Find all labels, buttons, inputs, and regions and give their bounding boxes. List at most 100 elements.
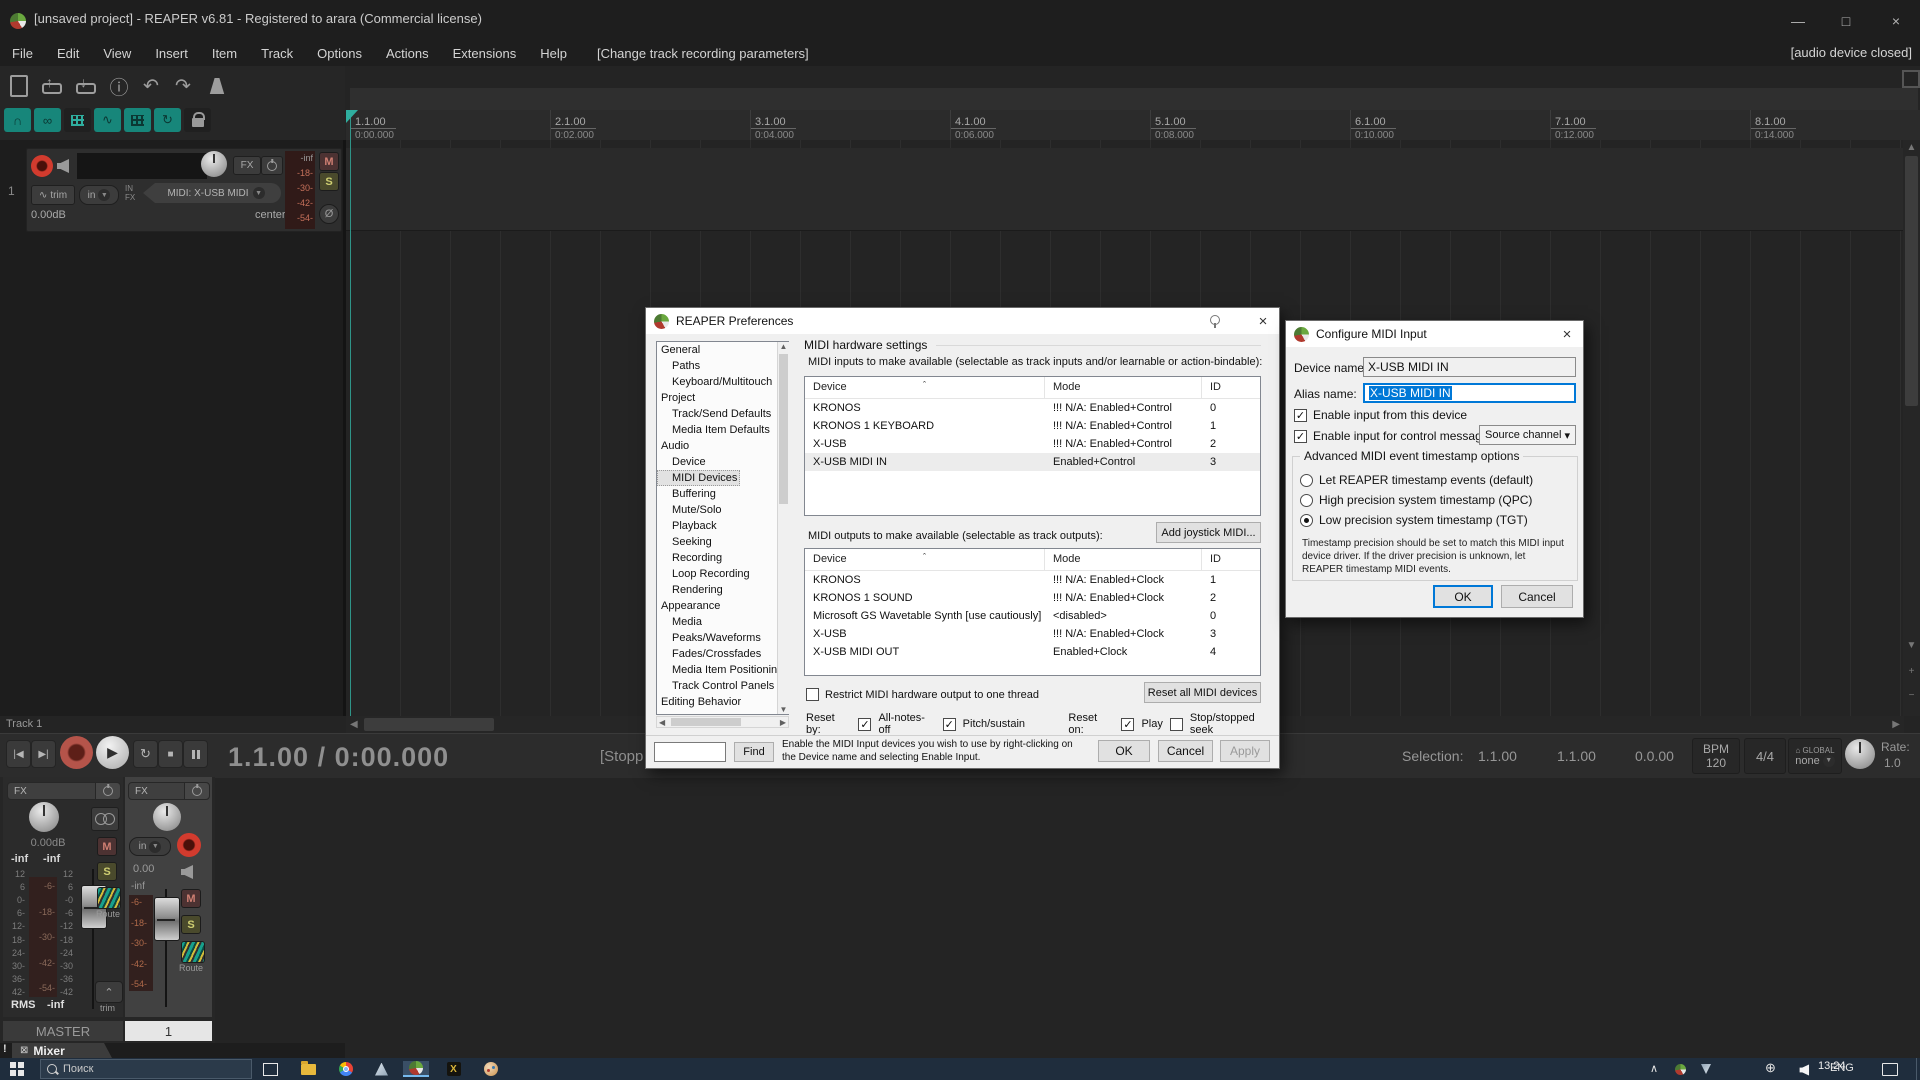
tree-item-mute-solo[interactable]: Mute/Solo xyxy=(657,502,788,518)
open-project-icon[interactable]: ↑ xyxy=(36,72,66,100)
tree-item-midi-devices[interactable]: MIDI Devices xyxy=(657,470,740,486)
tray-reaper-icon[interactable] xyxy=(1672,1061,1689,1077)
tree-item-rendering[interactable]: Rendering xyxy=(657,582,788,598)
go-to-start-button[interactable]: |◀ xyxy=(6,740,31,768)
master-mono-button[interactable] xyxy=(91,807,119,831)
track1-speaker-icon[interactable] xyxy=(181,865,197,879)
preferences-close-icon[interactable]: × xyxy=(1249,310,1277,332)
scroll-left-icon[interactable]: ◀ xyxy=(350,719,358,730)
repeat-button[interactable]: ↻ xyxy=(133,740,158,768)
configure-ok-button[interactable]: OK xyxy=(1433,585,1493,608)
play-button[interactable]: ▶ xyxy=(96,736,129,769)
track1-record-arm-button[interactable] xyxy=(177,833,201,857)
xpadder-icon[interactable]: X xyxy=(445,1061,462,1077)
table-row[interactable]: KRONOS 1 KEYBOARD!!! N/A: Enabled+Contro… xyxy=(805,417,1260,435)
preferences-cancel-button[interactable]: Cancel xyxy=(1158,740,1213,762)
alias-name-input[interactable]: X-USB MIDI IN xyxy=(1363,383,1576,403)
undo-icon[interactable]: ↶ xyxy=(136,72,166,100)
preferences-tree[interactable]: GeneralPathsKeyboard/MultitouchProjectTr… xyxy=(656,341,789,715)
loop-toggle-icon[interactable]: ↻ xyxy=(154,108,181,132)
vertical-scroll-thumb[interactable] xyxy=(1905,156,1918,406)
input-fx-label[interactable]: INFX xyxy=(125,184,135,202)
mute-button[interactable]: M xyxy=(319,152,339,171)
timeline-ruler[interactable]: 1.1.000:00.0002.1.000:02.0003.1.000:04.0… xyxy=(346,110,1920,141)
track1-mute-button[interactable]: M xyxy=(181,889,201,908)
track1-solo-button[interactable]: S xyxy=(181,915,201,934)
save-project-icon[interactable]: ↓ xyxy=(70,72,100,100)
maximize-button[interactable]: □ xyxy=(1826,9,1866,33)
reset-all-midi-button[interactable]: Reset all MIDI devices xyxy=(1144,682,1261,703)
track1-name-label[interactable]: 1 xyxy=(125,1021,212,1041)
master-fx-button[interactable]: FX xyxy=(7,782,121,800)
selection-length[interactable]: 0.0.00 xyxy=(1635,748,1674,764)
vertical-scrollbar[interactable]: ▲ ▼ + − xyxy=(1903,140,1920,716)
menu-file[interactable]: File xyxy=(0,46,45,61)
reset-checkbox[interactable]: ✓ xyxy=(1121,718,1134,731)
action-center-icon[interactable] xyxy=(1882,1063,1898,1076)
menu-options[interactable]: Options xyxy=(305,46,374,61)
midi-outputs-table[interactable]: DeviceModeIDˆKRONOS!!! N/A: Enabled+Cloc… xyxy=(804,548,1261,676)
menu-track[interactable]: Track xyxy=(249,46,305,61)
timestamp-radio-row[interactable]: High precision system timestamp (QPC) xyxy=(1300,493,1532,507)
tree-item-paths[interactable]: Paths xyxy=(657,358,788,374)
global-automation-control[interactable]: ⌂ GLOBAL none▼ xyxy=(1788,738,1842,774)
reset-checkbox[interactable]: ✓ xyxy=(858,718,871,731)
scroll-down-icon[interactable]: ▼ xyxy=(1903,640,1920,651)
redo-icon[interactable]: ↷ xyxy=(168,72,198,100)
track-pan-readout[interactable]: center xyxy=(255,209,286,221)
file-explorer-icon[interactable] xyxy=(300,1061,317,1077)
go-to-end-button[interactable]: ▶| xyxy=(31,740,56,768)
tree-item-seeking[interactable]: Seeking xyxy=(657,534,788,550)
track1-pan-knob[interactable] xyxy=(153,803,181,831)
radio-button[interactable] xyxy=(1300,474,1313,487)
track1-route-button[interactable] xyxy=(181,941,205,963)
column-id[interactable]: ID xyxy=(1202,549,1260,570)
find-input[interactable] xyxy=(654,742,726,762)
tree-item-media-item-positioning[interactable]: Media Item Positioning xyxy=(657,662,788,678)
mixer-tab[interactable]: ⊠ Mixer xyxy=(12,1043,112,1058)
tree-item-project[interactable]: Project xyxy=(657,390,788,406)
table-row[interactable]: KRONOS 1 SOUND!!! N/A: Enabled+Clock2 xyxy=(805,589,1260,607)
table-row[interactable]: X-USB MIDI INEnabled+Control3 xyxy=(805,453,1260,471)
tree-horizontal-scrollbar[interactable]: ◀▶ xyxy=(656,716,789,728)
master-mute-button[interactable]: M xyxy=(97,837,117,856)
selection-start[interactable]: 1.1.00 xyxy=(1478,748,1517,764)
menu-item[interactable]: Item xyxy=(200,46,249,61)
enable-input-checkbox[interactable]: ✓ xyxy=(1294,409,1307,422)
preferences-title-bar[interactable]: REAPER Preferences xyxy=(646,308,1279,334)
timestamp-radio-row[interactable]: Low precision system timestamp (TGT) xyxy=(1300,513,1528,527)
configure-close-icon[interactable]: × xyxy=(1553,323,1581,345)
item-grouping-icon[interactable]: ∞ xyxy=(34,108,61,132)
radio-button[interactable] xyxy=(1300,514,1313,527)
master-trim-button[interactable]: ⌃ xyxy=(95,981,123,1003)
midi-inputs-table[interactable]: DeviceModeIDˆKRONOS!!! N/A: Enabled+Cont… xyxy=(804,376,1261,516)
toolbar-dock-icon[interactable] xyxy=(1902,70,1920,88)
mixer-tab-close-icon[interactable]: ⊠ xyxy=(20,1045,28,1056)
tree-item-peaks-waveforms[interactable]: Peaks/Waveforms xyxy=(657,630,788,646)
grid-toggle-icon[interactable] xyxy=(64,108,91,132)
stop-button[interactable]: ■ xyxy=(158,740,183,768)
playrate-knob[interactable] xyxy=(1845,739,1875,769)
envelope-toggle-icon[interactable]: ∿ xyxy=(94,108,121,132)
tree-item-fades-crossfades[interactable]: Fades/Crossfades xyxy=(657,646,788,662)
menu-view[interactable]: View xyxy=(91,46,143,61)
table-row[interactable]: X-USB!!! N/A: Enabled+Clock3 xyxy=(805,625,1260,643)
prism-app-icon[interactable] xyxy=(373,1061,390,1077)
find-button[interactable]: Find xyxy=(734,742,774,762)
tree-item-recording[interactable]: Recording xyxy=(657,550,788,566)
column-id[interactable]: ID xyxy=(1202,377,1260,398)
column-mode[interactable]: Mode xyxy=(1045,377,1202,398)
preferences-ok-button[interactable]: OK xyxy=(1098,740,1150,762)
selection-end[interactable]: 1.1.00 xyxy=(1557,748,1596,764)
track-lane[interactable] xyxy=(346,148,1920,231)
zoom-in-icon[interactable]: + xyxy=(1903,666,1920,677)
input-selector[interactable]: in▼ xyxy=(79,185,119,205)
master-route-button[interactable] xyxy=(97,887,121,909)
tree-item-loop-recording[interactable]: Loop Recording xyxy=(657,566,788,582)
tree-item-audio[interactable]: Audio xyxy=(657,438,788,454)
record-arm-button[interactable] xyxy=(31,155,53,177)
lock-toggle-icon[interactable] xyxy=(184,108,211,132)
tree-vertical-scrollbar[interactable]: ▲▼ xyxy=(777,342,789,714)
taskbar-clock[interactable]: 13:24 xyxy=(1818,1060,1846,1072)
solo-button[interactable]: S xyxy=(319,172,339,191)
